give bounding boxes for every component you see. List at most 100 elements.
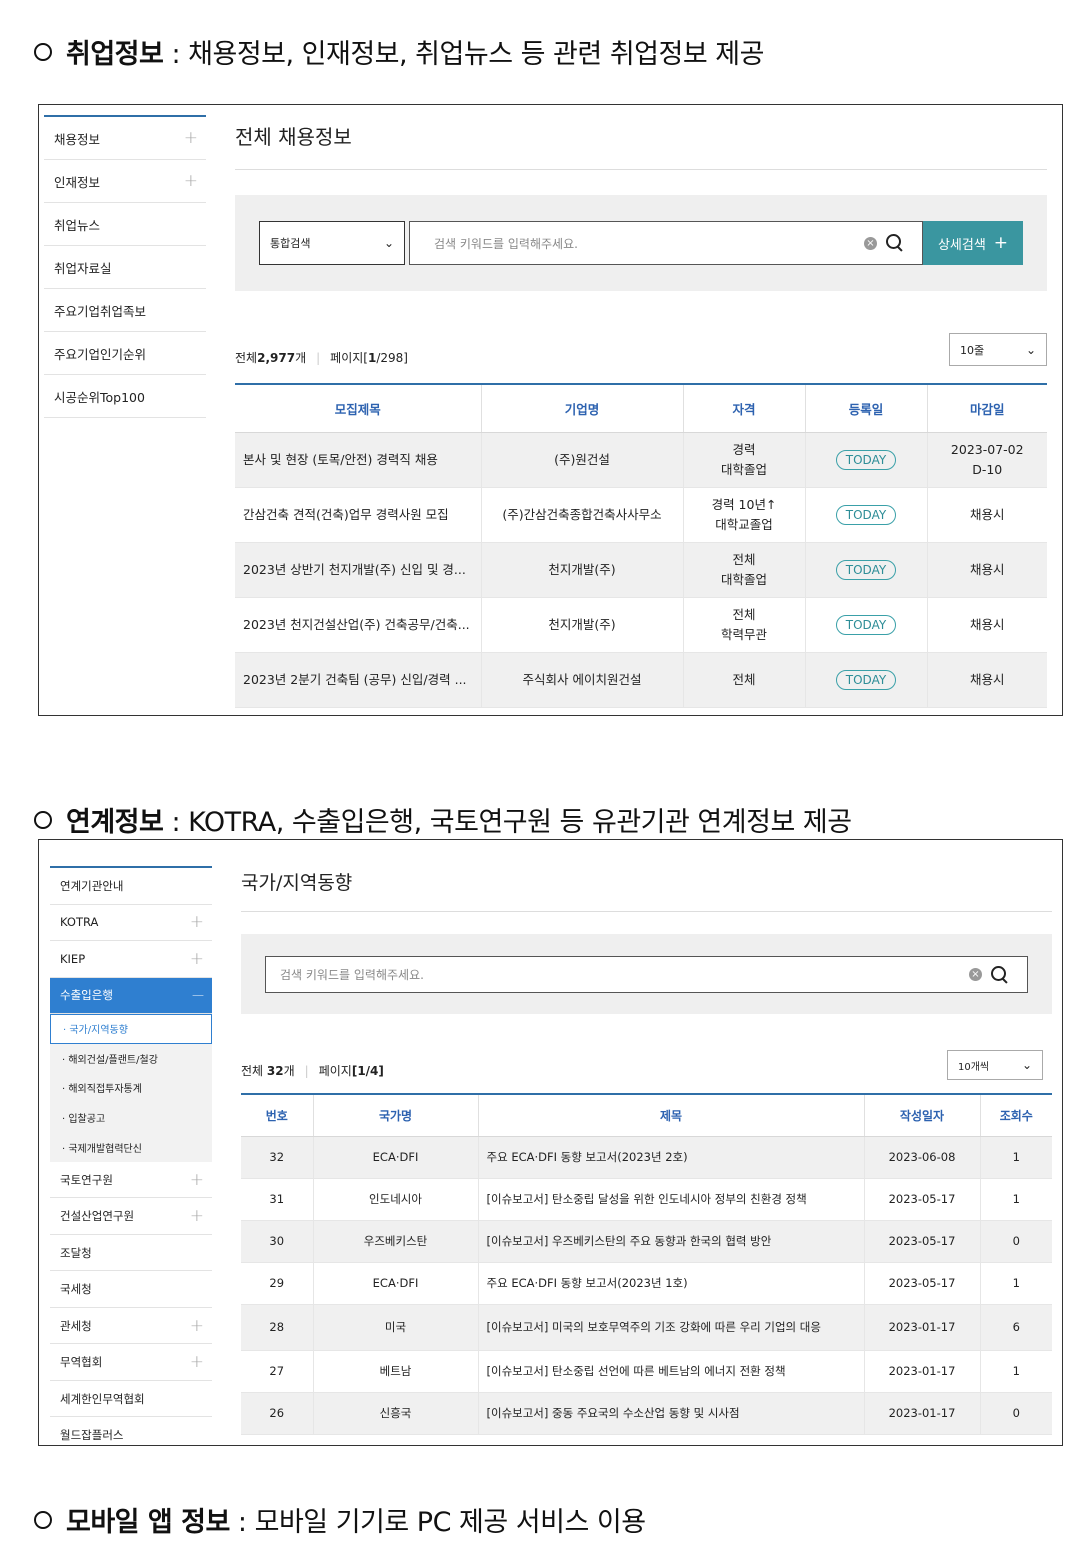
deadline-cell: 2023-07-02 D-10	[927, 432, 1047, 488]
submenu-item[interactable]: · 해외직접투자통계	[50, 1073, 212, 1103]
sidebar-item[interactable]: 관세청 +	[50, 1308, 212, 1345]
chevron-down-icon: ⌄	[1021, 1058, 1032, 1072]
column-header: 제목	[478, 1094, 865, 1137]
sidebar-item[interactable]: 국세청	[50, 1271, 212, 1308]
clear-icon[interactable]: ×	[864, 237, 877, 250]
column-header: 작성일자	[864, 1094, 981, 1137]
detail-search-button[interactable]: 상세검색 +	[923, 221, 1023, 265]
sidebar-item-label: 채용정보	[54, 131, 101, 147]
deadline-cell: 채용시	[927, 597, 1047, 653]
title-cell[interactable]: [이슈보고서] 탄소중립 선언에 따른 베트남의 에너지 전환 정책	[478, 1350, 865, 1393]
qualification-line: 전체	[732, 607, 756, 623]
title-cell[interactable]: 주요 ECA·DFI 동향 보고서(2023년 2호)	[478, 1136, 865, 1179]
sidebar-item-label: 국토연구원	[60, 1172, 113, 1187]
search-icon[interactable]	[991, 966, 1007, 982]
deadline-line: 채용시	[969, 506, 1005, 522]
country-cell: 신흥국	[313, 1392, 479, 1435]
plus-icon: +	[183, 128, 198, 148]
rows-per-page-select[interactable]: 10줄 ⌄	[949, 333, 1047, 366]
title-cell[interactable]: [이슈보고서] 미국의 보호무역주의 기조 강화에 따른 우리 기업의 대응	[478, 1304, 865, 1351]
plus-icon: +	[189, 1352, 204, 1373]
table-row[interactable]: 2023년 2분기 건축팀 (공무) 신입/경력 ... 주식회사 에이치원건설 전…	[235, 652, 1047, 708]
table-row[interactable]: 31 인도네시아 [이슈보고서] 탄소중립 달성을 위한 인도네시아 정부의 친환경…	[241, 1178, 1052, 1221]
submenu-item[interactable]: · 입찰공고	[50, 1103, 212, 1133]
country-cell: ECA·DFI	[313, 1262, 479, 1305]
rows-per-page-select[interactable]: 10개씩 ⌄	[947, 1050, 1043, 1080]
sidebar-item-label: 국세청	[60, 1282, 92, 1297]
sidebar-item[interactable]: 취업뉴스	[44, 203, 206, 246]
search-type-select[interactable]: 통합검색 ⌄	[259, 221, 405, 265]
company-cell: (주)원건설	[481, 432, 684, 488]
table-row[interactable]: 본사 및 현장 (토목/안전) 경력직 채용 (주)원건설 경력 대학졸업 TODAY 2…	[235, 432, 1047, 488]
sidebar-item[interactable]: 건설산업연구원 +	[50, 1198, 212, 1235]
chevron-down-icon: ⌄	[1025, 342, 1036, 357]
sidebar-item[interactable]: 주요기업취업족보	[44, 289, 206, 332]
country-cell: 인도네시아	[313, 1178, 479, 1221]
column-header: 조회수	[980, 1094, 1052, 1137]
job-title-cell[interactable]: 본사 및 현장 (토목/안전) 경력직 채용	[235, 432, 482, 488]
country-cell: 우즈베키스탄	[313, 1220, 479, 1263]
title-cell[interactable]: 주요 ECA·DFI 동향 보고서(2023년 1호)	[478, 1262, 865, 1305]
job-title-cell[interactable]: 2023년 천지건설산업(주) 건축공무/건축...	[235, 597, 482, 653]
submenu-item[interactable]: · 국가/지역동향	[50, 1014, 212, 1044]
sidebar-item[interactable]: 무역협회 +	[50, 1344, 212, 1381]
section-heading-mobile: 모바일 앱 정보 : 모바일 기기로 PC 제공 서비스 이용	[34, 1500, 646, 1539]
sidebar-item[interactable]: 세계한인무역협회	[50, 1381, 212, 1418]
sidebar-item[interactable]: 채용정보 +	[44, 117, 206, 160]
table-row[interactable]: 32 ECA·DFI 주요 ECA·DFI 동향 보고서(2023년 2호) 2023…	[241, 1136, 1052, 1179]
qualification-cell: 경력대학졸업	[683, 432, 806, 488]
title-cell[interactable]: [이슈보고서] 우즈베키스탄의 주요 동향과 한국의 협력 방안	[478, 1220, 865, 1263]
table-row[interactable]: 27 베트남 [이슈보고서] 탄소중립 선언에 따른 베트남의 에너지 전환 정책 2…	[241, 1350, 1052, 1393]
sidebar-item[interactable]: 시공순위Top100	[44, 375, 206, 418]
sidebar-item-label: 월드잡플러스	[60, 1428, 124, 1443]
search-input[interactable]: 검색 키워드를 입력해주세요. ×	[265, 956, 1028, 993]
submenu-item[interactable]: · 국제개발협력단신	[50, 1132, 212, 1162]
result-count: 전체 32개 | 페이지[1/4]	[241, 1064, 384, 1078]
job-title-cell[interactable]: 2023년 2분기 건축팀 (공무) 신입/경력 ...	[235, 652, 482, 708]
title-cell[interactable]: [이슈보고서] 탄소중립 달성을 위한 인도네시아 정부의 친환경 정책	[478, 1178, 865, 1221]
number-cell: 32	[241, 1136, 314, 1179]
sidebar-item-label: 주요기업취업족보	[54, 303, 147, 319]
sidebar-item[interactable]: 인재정보 +	[44, 160, 206, 203]
search-input[interactable]: 검색 키워드를 입력해주세요. ×	[409, 221, 923, 265]
table-row[interactable]: 26 신흥국 [이슈보고서] 중동 주요국의 수소산업 동향 및 시사점 2023-0…	[241, 1392, 1052, 1435]
sidebar-item[interactable]: 취업자료실	[44, 246, 206, 289]
sidebar-item[interactable]: KIEP +	[50, 941, 212, 978]
table-row[interactable]: 29 ECA·DFI 주요 ECA·DFI 동향 보고서(2023년 1호) 2023…	[241, 1262, 1052, 1305]
company-cell: 천지개발(주)	[481, 542, 684, 598]
deadline-cell: 채용시	[927, 652, 1047, 708]
qualification-cell: 경력 10년↑ 대학교졸업	[683, 487, 806, 543]
submenu-item[interactable]: · 해외건설/플랜트/철강	[50, 1044, 212, 1074]
sidebar-item[interactable]: 주요기업인기순위	[44, 332, 206, 375]
table-row[interactable]: 간삼건축 견적(건축)업무 경력사원 모집 (주)간삼건축종합건축사사무소 경력 1…	[235, 487, 1047, 543]
table-row[interactable]: 28 미국 [이슈보고서] 미국의 보호무역주의 기조 강화에 따른 우리 기업의 …	[241, 1304, 1052, 1351]
job-title-cell[interactable]: 간삼건축 견적(건축)업무 경력사원 모집	[235, 487, 482, 543]
views-cell: 1	[980, 1178, 1052, 1221]
column-header: 등록일	[805, 384, 928, 433]
qualification-line: 경력	[732, 442, 756, 458]
clear-icon[interactable]: ×	[969, 968, 982, 981]
qualification-line: 대학졸업	[720, 461, 767, 477]
table-row[interactable]: 30 우즈베키스탄 [이슈보고서] 우즈베키스탄의 주요 동향과 한국의 협력 방안…	[241, 1220, 1052, 1263]
deadline-line: 채용시	[969, 616, 1005, 632]
table-row[interactable]: 2023년 상반기 천지개발(주) 신입 및 경... 천지개발(주) 전체 대학졸업…	[235, 542, 1047, 598]
section-heading-jobs: 취업정보 : 채용정보, 인재정보, 취업뉴스 등 관련 취업정보 제공	[34, 32, 764, 71]
table-row[interactable]: 2023년 천지건설산업(주) 건축공무/건축... 천지개발(주) 전체 학력무관 T…	[235, 597, 1047, 653]
sidebar-item[interactable]: 월드잡플러스	[50, 1417, 212, 1445]
sidebar-item[interactable]: 연계기관안내	[50, 868, 212, 905]
sidebar-item[interactable]: KOTRA +	[50, 905, 212, 941]
date-cell: 2023-05-17	[864, 1220, 981, 1263]
sidebar-item[interactable]: 수출입은행 —	[50, 977, 212, 1014]
plus-icon: +	[189, 1169, 204, 1190]
deadline-line: 채용시	[969, 561, 1005, 577]
search-icon[interactable]	[886, 234, 902, 250]
sidebar-item[interactable]: 조달청	[50, 1235, 212, 1272]
sidebar-item-label: 취업자료실	[54, 260, 112, 276]
column-header: 마감일	[927, 384, 1047, 433]
qualification-line: 학력무관	[720, 626, 767, 642]
views-cell: 1	[980, 1136, 1052, 1179]
plus-icon: +	[183, 171, 198, 191]
title-cell[interactable]: [이슈보고서] 중동 주요국의 수소산업 동향 및 시사점	[478, 1392, 865, 1435]
job-title-cell[interactable]: 2023년 상반기 천지개발(주) 신입 및 경...	[235, 542, 482, 598]
sidebar-item[interactable]: 국토연구원 +	[50, 1162, 212, 1199]
